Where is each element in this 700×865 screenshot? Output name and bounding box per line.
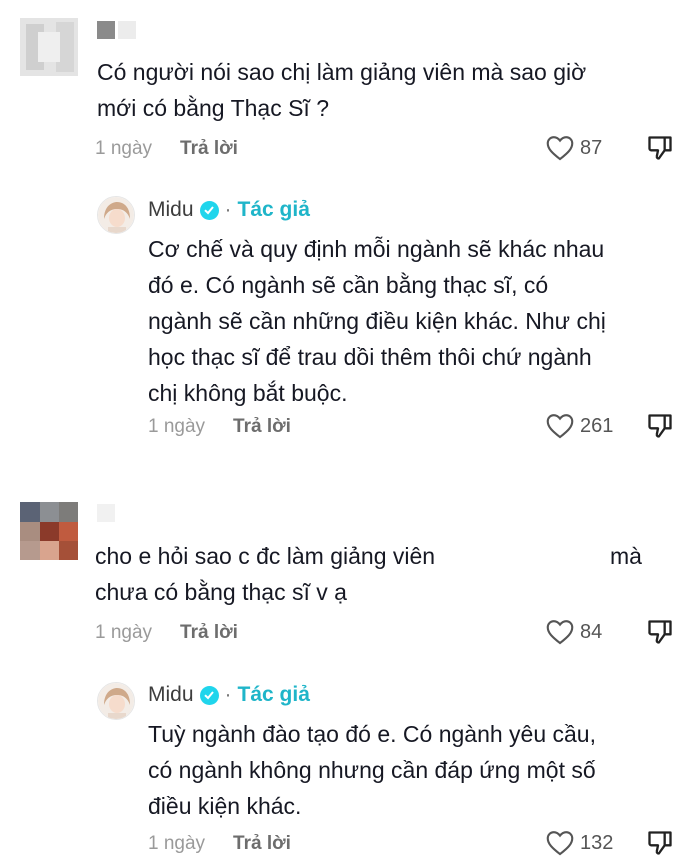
comment-text: Có người nói sao chị làm giảng viên mà s… <box>97 59 587 121</box>
commenter-avatar-blurred[interactable] <box>20 502 78 560</box>
commenter-name-blurred[interactable] <box>97 20 136 40</box>
author-tag: Tác giả <box>237 198 310 221</box>
reply-button[interactable]: Trả lời <box>180 622 238 644</box>
reply-button[interactable]: Trả lời <box>180 138 238 160</box>
like-button[interactable]: 84 <box>546 617 602 647</box>
comment-meta: 1 ngày Trả lời <box>95 134 238 164</box>
like-count: 84 <box>580 620 603 643</box>
heart-icon <box>546 414 574 439</box>
separator-dot: · <box>224 683 232 706</box>
author-name[interactable]: Midu <box>148 198 194 222</box>
like-button[interactable]: 87 <box>546 133 602 163</box>
commenter-name-blurred[interactable] <box>97 503 115 523</box>
reply-meta: 1 ngày Trả lời <box>148 412 291 442</box>
dislike-icon[interactable] <box>646 412 674 440</box>
commenter-avatar-blurred[interactable] <box>20 18 78 76</box>
dislike-icon[interactable] <box>646 829 674 857</box>
reply-author-line: Midu · Tác giả <box>148 681 310 709</box>
reply-button[interactable]: Trả lời <box>233 833 291 855</box>
comment-text-line2: chưa có bằng thạc sĩ v ạ <box>95 579 347 605</box>
reply-time: 1 ngày <box>148 833 206 854</box>
reply-meta: 1 ngày Trả lời <box>148 829 291 859</box>
reply-time: 1 ngày <box>148 416 206 437</box>
reply-button[interactable]: Trả lời <box>233 416 291 438</box>
reply-text: Tuỳ ngành đào tạo đó e. Có ngành yêu cầu… <box>148 721 596 819</box>
comment-text-end: mà <box>610 543 642 569</box>
author-tag: Tác giả <box>237 683 310 706</box>
dislike-icon[interactable] <box>646 618 674 646</box>
verified-check-icon <box>199 685 219 705</box>
heart-icon <box>546 831 574 856</box>
dislike-icon[interactable] <box>646 134 674 162</box>
like-button[interactable]: 261 <box>546 411 613 441</box>
reply-author-line: Midu · Tác giả <box>148 196 310 224</box>
author-avatar[interactable] <box>97 682 135 720</box>
verified-check-icon <box>199 200 219 220</box>
like-count: 132 <box>580 831 614 854</box>
comment-time: 1 ngày <box>95 138 153 159</box>
heart-icon <box>546 620 574 645</box>
separator-dot: · <box>224 198 232 221</box>
author-avatar[interactable] <box>97 196 135 234</box>
comment-meta: 1 ngày Trả lời <box>95 618 238 648</box>
author-name[interactable]: Midu <box>148 683 194 707</box>
like-count: 261 <box>580 414 614 437</box>
like-count: 87 <box>580 136 603 159</box>
comment-time: 1 ngày <box>95 622 153 643</box>
reply-text: Cơ chế và quy định mỗi ngành sẽ khác nha… <box>148 236 606 406</box>
heart-icon <box>546 136 574 161</box>
comment-text-line1: cho e hỏi sao c đc làm giảng viên <box>95 543 436 569</box>
like-button[interactable]: 132 <box>546 828 613 858</box>
